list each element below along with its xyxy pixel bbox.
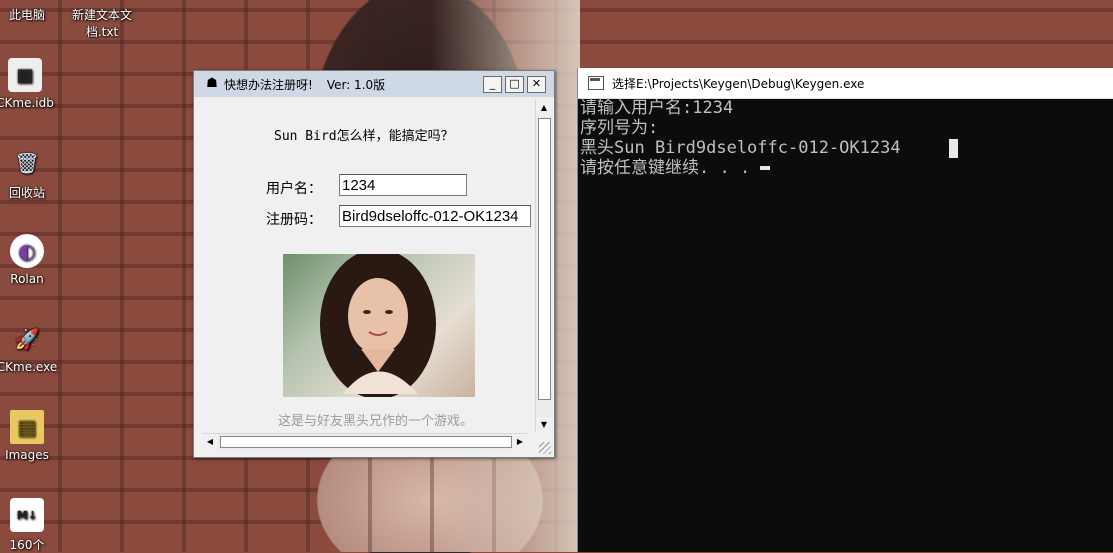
username-field[interactable]: 1234 <box>339 174 467 196</box>
crackme-heading: Sun Bird怎么样，能搞定吗？ <box>274 129 454 144</box>
desktop-icon-label: CKme.exe <box>0 360 58 374</box>
maximize-button[interactable]: □ <box>505 76 524 93</box>
console-output: 请输入用户名:1234 序列号为: 黑头Sun Bird9dseloffc-012-… <box>580 98 1110 178</box>
scroll-right-arrow-icon[interactable]: ▶ <box>512 434 528 450</box>
vertical-scroll-thumb[interactable] <box>538 118 551 400</box>
console-app-icon <box>588 76 604 90</box>
console-window: 选择E:\Projects\Keygen\Debug\Keygen.exe 请输… <box>577 68 1113 552</box>
desktop-icon-idb[interactable]: ▦ CKme.idb <box>0 58 60 110</box>
desktop-icon-md[interactable]: M↓ 160个 <box>0 498 62 553</box>
desktop-icon-ckme-exe[interactable]: 🚀 CKme.exe <box>0 322 62 374</box>
horizontal-scroll-thumb[interactable] <box>220 436 512 448</box>
resize-grip-icon[interactable] <box>539 442 551 454</box>
console-titlebar[interactable]: 选择E:\Projects\Keygen\Debug\Keygen.exe <box>578 68 1113 99</box>
console-title: 选择E:\Projects\Keygen\Debug\Keygen.exe <box>612 76 865 91</box>
scroll-up-arrow-icon[interactable]: ▲ <box>536 100 552 116</box>
console-line: 黑头Sun Bird9dseloffc-012-OK1234 <box>580 138 901 158</box>
console-line-with-cursor: 请按任意键继续. . . <box>580 158 1110 178</box>
idb-file-icon: ▦ <box>8 58 42 92</box>
crackme-titlebar[interactable]: ☗ 快想办法注册呀! Ver: 1.0版 _ □ ✕ <box>194 71 554 97</box>
text-cursor-underline <box>760 166 771 170</box>
desktop-icon-label: Rolan <box>10 272 44 286</box>
console-line: 请按任意键继续. . . <box>580 158 751 178</box>
desktop-icon-label: CKme.idb <box>0 96 54 110</box>
desktop-icon-label: Images <box>5 448 49 462</box>
rocket-app-icon: 🚀 <box>14 327 40 351</box>
vertical-scrollbar[interactable]: ▲ ▼ <box>535 100 552 433</box>
crackme-window: ☗ 快想办法注册呀! Ver: 1.0版 _ □ ✕ Sun Bird怎么样，能… <box>193 70 555 458</box>
desktop-icon-label: 此电脑 <box>8 8 45 22</box>
console-line: 请输入用户名:1234 <box>580 98 734 118</box>
desktop-icon-computer[interactable]: 此电脑 <box>0 6 62 23</box>
horizontal-scrollbar[interactable]: ◀ ▶ <box>202 433 528 450</box>
console-line-with-cursor: 黑头Sun Bird9dseloffc-012-OK1234 <box>580 138 1110 158</box>
desktop-icon-label: 160个 <box>9 538 45 552</box>
crackme-caption: 这是与好友黑头兄作的一个游戏。 <box>278 414 474 429</box>
portrait-image <box>283 254 475 397</box>
console-line: 序列号为: <box>580 118 659 138</box>
scroll-left-arrow-icon[interactable]: ◀ <box>202 434 218 450</box>
desktop-icon-images[interactable]: ▤ Images <box>0 410 62 462</box>
rolan-icon: ◐ <box>10 234 44 268</box>
markdown-file-icon: M↓ <box>10 498 44 532</box>
crackme-version: Ver: 1.0版 <box>326 77 386 92</box>
scroll-down-arrow-icon[interactable]: ▼ <box>536 417 552 433</box>
crackme-title: 快想办法注册呀! <box>224 77 313 92</box>
close-button[interactable]: ✕ <box>527 76 546 93</box>
desktop-icon-rolan[interactable]: ◐ Rolan <box>0 234 62 286</box>
crackme-client: Sun Bird怎么样，能搞定吗？ 用户名： 1234 注册码： Bird9ds… <box>194 98 543 431</box>
desktop-icon-text-file[interactable]: 新建文本文档.txt <box>66 6 138 40</box>
minimize-button[interactable]: _ <box>483 76 502 93</box>
serial-field[interactable]: Bird9dseloffc-012-OK1234 <box>339 205 531 227</box>
desktop-icon-recycle-bin[interactable]: 🗑 回收站 <box>0 146 62 201</box>
recycle-bin-icon: 🗑 <box>14 151 40 175</box>
folder-icon: ▤ <box>10 410 44 444</box>
ghost-app-icon: ☗ <box>206 76 218 91</box>
desktop-icon-label: 新建文本文档.txt <box>71 8 132 39</box>
text-cursor-block <box>948 138 958 158</box>
serial-label: 注册码： <box>266 212 322 228</box>
desktop-icon-label: 回收站 <box>8 186 45 200</box>
username-label: 用户名： <box>266 181 322 197</box>
